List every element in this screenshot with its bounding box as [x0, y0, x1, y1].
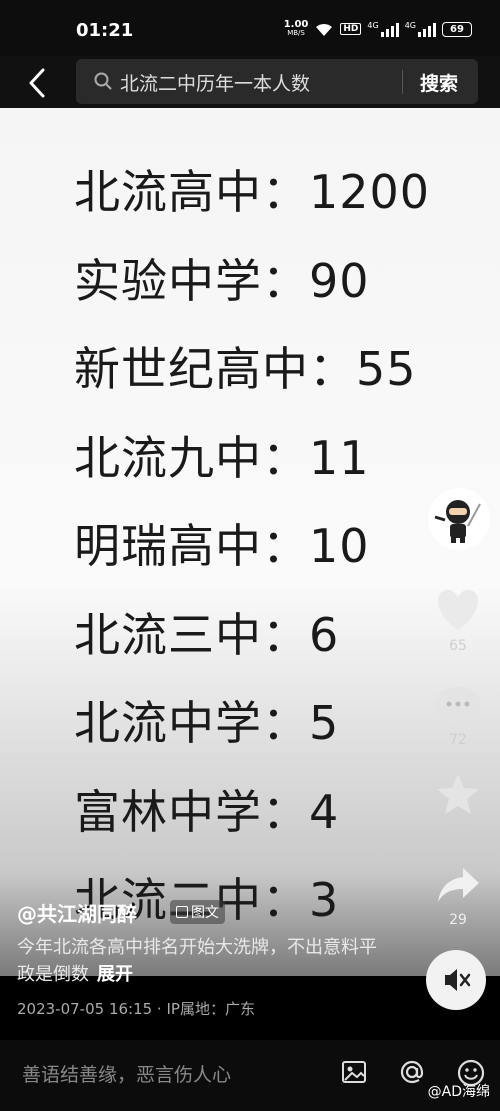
signal-1: 4G — [367, 21, 399, 37]
post-line: 明瑞高中：10 — [74, 519, 370, 573]
comment-button[interactable]: 72 — [428, 684, 488, 748]
post-description: 今年北流各高中排名开始大洗牌，不出意料平政是倒数 展开 — [17, 934, 387, 988]
favorite-count: 23 — [449, 822, 467, 838]
image-icon[interactable] — [340, 1058, 368, 1086]
search-icon — [94, 72, 112, 90]
status-icons: 1.00 MB/S HD 4G 4G 69 — [284, 20, 472, 38]
gallery-icon — [176, 906, 188, 918]
comment-bar: 善语结善缘，恶言伤人心 @AD海绵 — [0, 1040, 500, 1111]
net-speed-unit: MB/S — [287, 29, 305, 37]
search-query: 北流二中历年一本人数 — [120, 73, 311, 95]
chevron-left-icon — [29, 68, 45, 98]
post-line: 实验中学：90 — [74, 253, 370, 308]
wifi-icon — [316, 23, 333, 36]
share-count: 29 — [449, 912, 467, 928]
author-avatar[interactable] — [428, 488, 490, 550]
net-speed: 1.00 MB/S — [284, 20, 309, 38]
status-bar: 01:21 1.00 MB/S HD 4G 4G 69 — [0, 0, 500, 56]
post-line: 北流九中：11 — [74, 430, 370, 485]
search-button[interactable]: 搜索 — [420, 69, 458, 96]
like-button[interactable]: 65 — [428, 586, 488, 654]
signal-2-label: 4G — [404, 21, 416, 30]
divider — [402, 70, 403, 94]
share-arrow-icon — [438, 868, 479, 902]
post-text-lines: 北流高中：1200 实验中学：90 新世纪高中：55 北流九中：11 明瑞高中：… — [74, 156, 430, 953]
share-button[interactable]: 29 — [428, 864, 488, 928]
author-name[interactable]: @共江湖同醉 — [17, 898, 137, 927]
mute-button[interactable] — [426, 950, 486, 1010]
hd-badge: HD — [340, 23, 362, 35]
post-line: 北流三中：6 — [74, 607, 340, 662]
watermark: @AD海绵 — [427, 1084, 490, 1100]
description-text: 今年北流各高中排名开始大洗牌，不出意料平政是倒数 — [17, 937, 377, 985]
signal-2: 4G — [405, 21, 436, 37]
comment-count: 72 — [449, 732, 467, 748]
ninja-avatar-icon — [430, 490, 488, 548]
signal-bars-icon — [380, 21, 399, 37]
comment-input[interactable]: 善语结善缘，恶言伤人心 — [22, 1060, 231, 1087]
post-meta: 2023-07-05 16:15 · IP属地：广东 — [17, 1000, 255, 1018]
post-image[interactable]: 北流高中：1200 实验中学：90 新世纪高中：55 北流九中：11 明瑞高中：… — [0, 108, 500, 976]
post-line: 新世纪高中：55 — [74, 342, 417, 396]
signal-1-label: 4G — [367, 21, 379, 30]
heart-icon — [438, 589, 478, 630]
speaker-muted-icon — [445, 969, 471, 991]
back-button[interactable] — [24, 66, 54, 100]
tag-label: 图文 — [191, 905, 219, 921]
signal-bars-icon — [418, 21, 436, 37]
star-icon — [437, 774, 479, 814]
search-input[interactable]: 北流二中历年一本人数 搜索 — [76, 59, 478, 104]
battery-icon: 69 — [442, 21, 472, 37]
post-line: 北流高中：1200 — [74, 165, 431, 219]
favorite-button[interactable]: 23 — [428, 772, 488, 838]
comment-bubble-icon — [435, 687, 481, 725]
post-line: 富林中学：4 — [74, 784, 340, 839]
like-count: 65 — [449, 638, 467, 654]
search-header: 北流二中历年一本人数 搜索 — [0, 56, 500, 108]
status-time: 01:21 — [76, 20, 134, 41]
expand-link[interactable]: 展开 — [97, 964, 133, 985]
post-line: 北流中学：5 — [74, 696, 340, 750]
image-text-tag: 图文 — [170, 900, 225, 924]
net-speed-value: 1.00 — [283, 19, 309, 30]
at-mention-icon[interactable] — [398, 1058, 426, 1086]
